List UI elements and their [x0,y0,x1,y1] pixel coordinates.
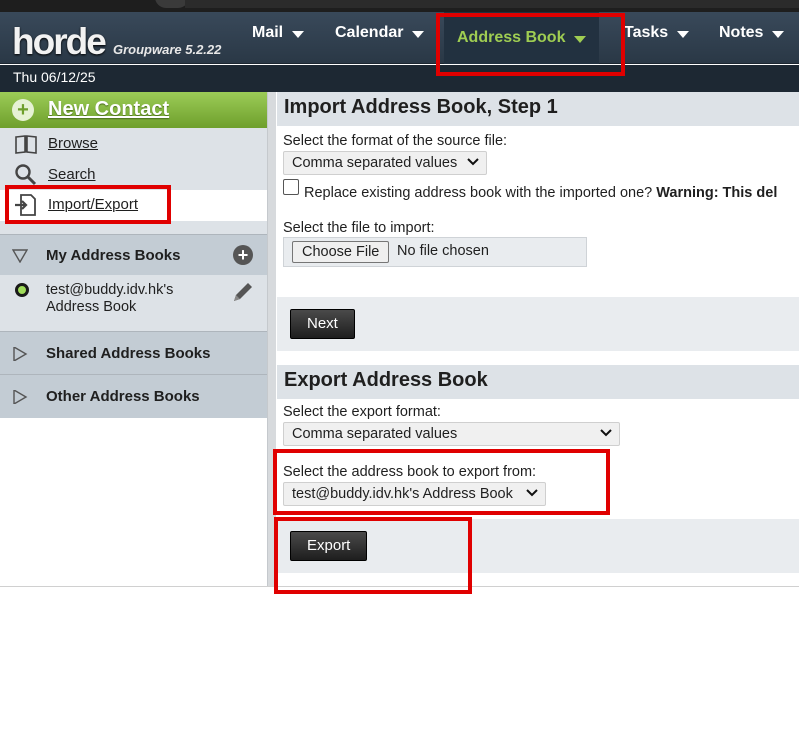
add-address-book-icon[interactable]: + [233,245,253,265]
import-section-title: Import Address Book, Step 1 [277,92,799,126]
pencil-icon[interactable] [231,280,255,304]
new-contact-button[interactable]: + New Contact [0,92,268,128]
new-contact-label: New Contact [48,98,170,120]
chevron-down-icon [412,30,425,38]
nav-notes-label: Notes [719,24,764,41]
chevron-down-icon [600,429,612,437]
triangle-right-icon [13,390,28,404]
nav-notes[interactable]: Notes [707,12,796,54]
export-section-title: Export Address Book [277,365,799,399]
replace-warning: Warning: This del [656,185,778,201]
nav-tasks-label: Tasks [624,24,669,41]
nav-calendar-label: Calendar [335,24,404,41]
address-book-name-line1: test@buddy.idv.hk's [46,282,174,298]
import-action-bar: Next [277,297,799,351]
top-bar: horde Groupware 5.2.22 Mail Calendar Add… [0,12,799,64]
sidebar-item-search-label: Search [48,166,96,183]
logo-text: horde [12,21,107,62]
import-file-input[interactable]: Choose File No file chosen [283,237,587,267]
sidebar: + New Contact Browse Search Import/Expor… [0,92,268,418]
triangle-right-icon [13,347,28,361]
my-address-books-label: My Address Books [46,247,181,264]
annotation-box-address-book [436,13,625,76]
address-book-name: test@buddy.idv.hk's Address Book [46,282,173,316]
import-file-label: Select the file to import: [283,220,435,236]
add-icon: + [12,99,34,121]
next-button[interactable]: Next [290,309,355,339]
import-format-select[interactable]: Comma separated values [283,151,487,175]
browser-tab-bar [185,0,799,8]
export-format-select[interactable]: Comma separated values [283,422,620,446]
chevron-down-icon [677,30,690,38]
nav-calendar[interactable]: Calendar [323,12,436,54]
date-bar: Thu 06/12/25 [0,65,799,92]
export-format-label: Select the export format: [283,404,441,420]
browser-tab-edge [155,0,189,8]
choose-file-button[interactable]: Choose File [292,241,390,263]
annotation-box-import-export [5,185,171,224]
export-title: Export Address Book [284,369,488,391]
replace-checkbox[interactable] [283,179,299,195]
shared-address-books-label: Shared Address Books [46,345,211,362]
address-book-color-dot [15,283,29,297]
nav-mail-label: Mail [252,24,284,41]
browse-icon [15,135,37,154]
search-icon [15,164,37,186]
chevron-down-icon [467,158,479,166]
my-address-books-header[interactable]: My Address Books + [0,235,268,275]
app-root: horde Groupware 5.2.22 Mail Calendar Add… [0,0,799,730]
product-version: Groupware 5.2.22 [113,42,222,57]
replace-text: Replace existing address book with the i… [304,185,653,201]
address-book-name-line2: Address Book [46,299,137,315]
annotation-box-export-button [274,517,472,594]
import-title: Import Address Book, Step 1 [284,96,558,118]
export-format-value: Comma separated values [292,426,458,442]
sidebar-item-browse[interactable]: Browse [0,129,268,159]
current-date: Thu 06/12/25 [13,69,96,85]
import-format-value: Comma separated values [292,155,458,171]
nav-mail[interactable]: Mail [240,12,316,54]
replace-label: Replace existing address book with the i… [304,185,777,201]
address-book-item[interactable]: test@buddy.idv.hk's Address Book [0,277,268,331]
annotation-box-export-book [273,449,610,515]
other-address-books-label: Other Address Books [46,388,200,405]
sidebar-item-browse-label: Browse [48,135,99,152]
browser-chrome [0,0,799,12]
file-status: No file chosen [397,243,489,259]
nav-tasks[interactable]: Tasks [612,12,701,54]
chevron-down-icon [772,30,785,38]
import-format-label: Select the format of the source file: [283,133,508,149]
horde-logo[interactable]: horde [12,21,107,62]
shared-address-books-header[interactable]: Shared Address Books [0,332,268,374]
other-address-books-header[interactable]: Other Address Books [0,375,268,418]
triangle-icon [12,249,28,263]
chevron-down-icon [292,30,305,38]
